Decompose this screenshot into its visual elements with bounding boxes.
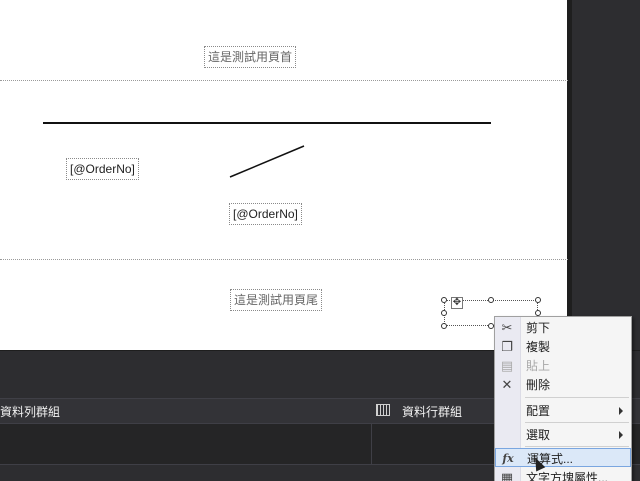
page-header-textbox[interactable]: 這是測試用頁首 (204, 46, 297, 68)
menu-item-copy[interactable]: ❐ 複製 (495, 337, 631, 356)
properties-icon: ▦ (500, 470, 514, 481)
orderno-textbox-2[interactable]: [@OrderNo] (229, 203, 302, 225)
copy-icon: ❐ (501, 339, 513, 354)
column-groups-icon (376, 404, 390, 416)
resize-handle-n[interactable] (488, 297, 494, 303)
menu-separator (525, 397, 629, 398)
delete-x-icon: ✕ (501, 377, 513, 392)
submenu-arrow-icon (619, 407, 623, 415)
scissors-icon: ✂ (501, 320, 513, 335)
paste-icon: ▤ (500, 358, 514, 373)
horizontal-line-shape[interactable] (43, 122, 491, 124)
menu-item-layout[interactable]: 配置 (495, 401, 631, 420)
resize-handle-w[interactable] (441, 310, 447, 316)
menu-item-delete[interactable]: ✕ 刪除 (495, 375, 631, 394)
resize-handle-nw[interactable] (441, 297, 447, 303)
menu-item-cut[interactable]: ✂ 剪下 (495, 318, 631, 337)
report-design-surface[interactable]: 這是測試用頁首 [@OrderNo] [@OrderNo] 這是測試用頁尾 ✥ (0, 0, 568, 350)
canvas-margin-area (568, 0, 640, 350)
menu-separator (525, 446, 629, 447)
menu-item-paste[interactable]: ▤ 貼上 (495, 356, 631, 375)
menu-item-textbox-properties[interactable]: ▦ 文字方塊屬性... (495, 468, 631, 481)
menu-item-expression[interactable]: fx 運算式... (495, 448, 631, 467)
orderno-textbox-1[interactable]: [@OrderNo] (66, 158, 139, 180)
column-groups-label: 資料行群組 (402, 405, 463, 419)
context-menu: ✂ 剪下 ❐ 複製 ▤ 貼上 ✕ 刪除 配置 選取 fx 運算式... ▦ 文字… (494, 316, 632, 481)
grouping-pane-divider (371, 424, 372, 464)
fx-icon: fx (502, 452, 514, 465)
resize-handle-sw[interactable] (441, 323, 447, 329)
page-footer-textbox[interactable]: 這是測試用頁尾 (230, 289, 323, 311)
diagonal-line-shape[interactable] (228, 144, 308, 180)
row-groups-label: 資料列群組 (0, 405, 61, 419)
move-handle-icon[interactable]: ✥ (451, 297, 463, 309)
resize-handle-ne[interactable] (535, 297, 541, 303)
header-body-divider (0, 80, 568, 81)
body-footer-divider (0, 259, 568, 260)
menu-separator (525, 422, 629, 423)
menu-item-select[interactable]: 選取 (495, 425, 631, 444)
submenu-arrow-icon (619, 431, 623, 439)
